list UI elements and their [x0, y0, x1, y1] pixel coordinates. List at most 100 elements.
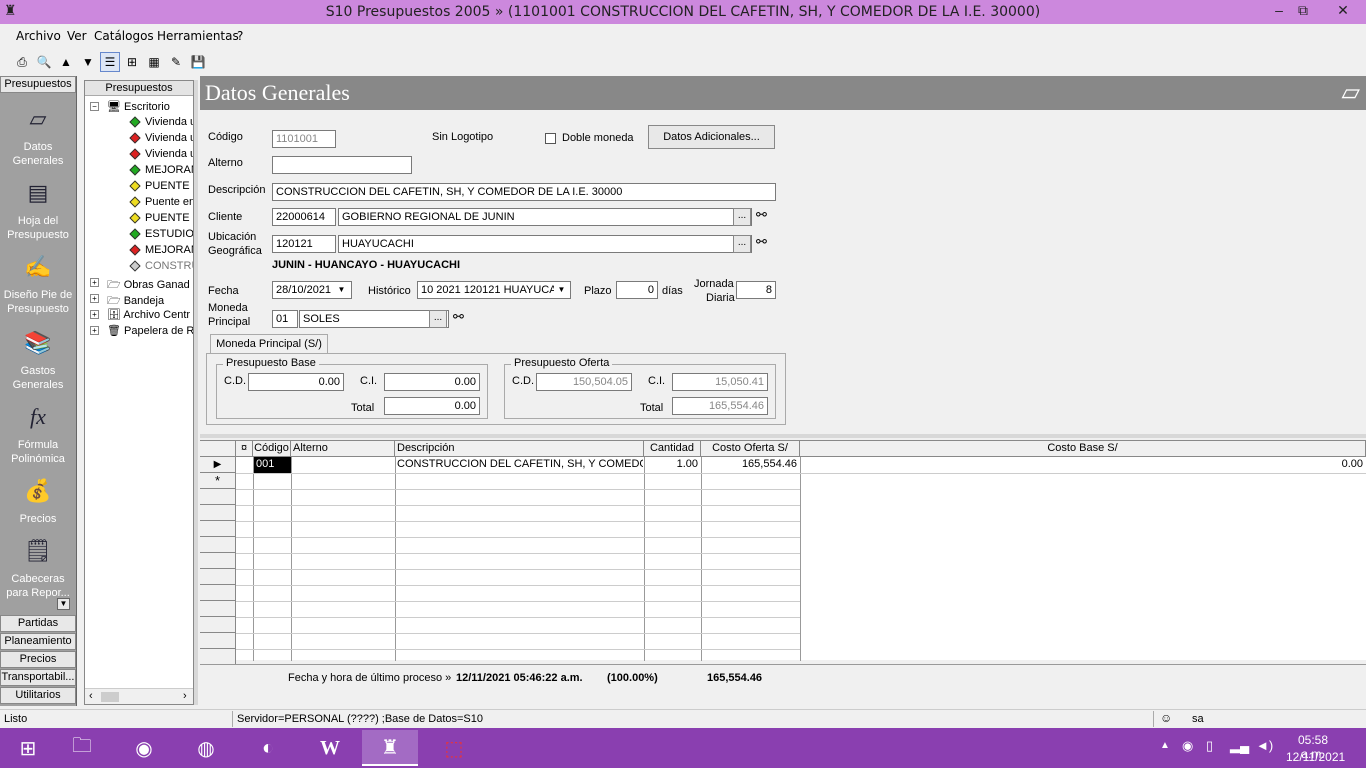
grid-cell-costo-base[interactable]: 0.00	[801, 457, 1363, 473]
row-header[interactable]	[200, 489, 236, 505]
oferta-total-field[interactable]: 165,554.46	[672, 397, 768, 415]
tree-node-budget[interactable]: MEJORAM	[129, 164, 193, 176]
cliente-browse-button[interactable]: ...	[733, 208, 751, 226]
clock-date[interactable]: 12/11/2021	[1286, 750, 1345, 764]
tree-node-budget[interactable]: CONSTRU	[129, 260, 193, 272]
nav-diseno-pie[interactable]: ✍ Diseño Pie de Presupuesto	[3, 250, 73, 316]
preview-icon[interactable]: 🔍	[34, 52, 54, 72]
row-header[interactable]	[200, 505, 236, 521]
row-header[interactable]	[200, 569, 236, 585]
menu-help[interactable]: ?	[237, 29, 243, 43]
acrobat-icon[interactable]: ⬚	[426, 730, 482, 766]
volume-icon[interactable]: ◄)	[1256, 738, 1273, 753]
note-icon[interactable]: ✎	[166, 52, 186, 72]
cliente-name-field[interactable]: GOBIERNO REGIONAL DE JUNIN	[338, 208, 752, 226]
binoculars-icon[interactable]: ⚯	[453, 309, 464, 325]
expand-icon[interactable]: +	[90, 278, 99, 287]
expand-icon[interactable]: +	[90, 294, 99, 303]
ubicacion-name-field[interactable]: HUAYUCACHI	[338, 235, 752, 253]
grid-cell-costo-oferta[interactable]: 165,554.46	[702, 457, 797, 473]
binoculars-icon[interactable]: ⚯	[756, 234, 767, 250]
grid-cell-alterno[interactable]	[292, 457, 394, 473]
tray-app-icon[interactable]: ◉	[1182, 738, 1193, 754]
expand-icon[interactable]: +	[90, 310, 99, 319]
nav-formula[interactable]: fx Fórmula Polinómica	[3, 400, 73, 466]
scroll-thumb[interactable]	[101, 692, 119, 702]
cliente-code-field[interactable]: 22000614	[272, 208, 336, 226]
firefox-icon[interactable]: ◍	[178, 730, 234, 766]
binoculars-icon[interactable]: ⚯	[756, 207, 767, 223]
row-header[interactable]	[200, 649, 236, 665]
moneda-browse-button[interactable]: ...	[429, 310, 447, 328]
tree-node-archivo[interactable]: 🗄 Archivo Centr	[107, 308, 190, 321]
menu-ver[interactable]: Ver	[67, 29, 87, 43]
splitter[interactable]	[194, 80, 198, 705]
scroll-left-icon[interactable]: ‹	[89, 690, 93, 702]
s10-app-icon[interactable]: ♜	[362, 730, 418, 766]
tab-transportabilidad[interactable]: Transportabil...	[0, 669, 76, 686]
descripcion-field[interactable]: CONSTRUCCION DEL CAFETIN, SH, Y COMEDOR …	[272, 183, 776, 201]
save-icon[interactable]: 💾	[188, 52, 208, 72]
tree-node-budget[interactable]: Vivienda u	[129, 132, 193, 144]
historico-select[interactable]: 10 2021 120121 HUAYUCA	[417, 281, 571, 299]
current-row-indicator[interactable]: ▶	[200, 457, 236, 473]
nav-precios[interactable]: 💰 Precios	[0, 474, 76, 526]
tree-node-budget[interactable]: PUENTE E	[129, 180, 193, 192]
new-row-indicator[interactable]: *	[200, 473, 236, 489]
moneda-code-field[interactable]: 01	[272, 310, 298, 328]
tree-node-escritorio[interactable]: 🖥 Escritorio	[107, 100, 170, 113]
nav-cabeceras[interactable]: 🗒 Cabeceras para Repor...	[0, 534, 76, 600]
grid-header-flag[interactable]: ¤	[236, 441, 253, 457]
tree-node-papelera[interactable]: 🗑 Papelera de R	[107, 324, 193, 337]
fecha-dropdown-icon[interactable]: ▼	[334, 283, 349, 297]
base-ci-field[interactable]: 0.00	[384, 373, 480, 391]
row-header[interactable]	[200, 585, 236, 601]
word-icon[interactable]: W	[302, 730, 358, 766]
row-header[interactable]	[200, 617, 236, 633]
tray-expand-icon[interactable]: ▲	[1160, 740, 1170, 751]
base-cd-field[interactable]: 0.00	[248, 373, 344, 391]
row-header[interactable]	[200, 537, 236, 553]
grid-header-costo-base[interactable]: Costo Base S/	[800, 441, 1366, 457]
alterno-field[interactable]	[272, 156, 412, 174]
nav-gastos-generales[interactable]: 📚 Gastos Generales	[3, 326, 73, 392]
tree-node-budget[interactable]: Vivienda u	[129, 116, 193, 128]
historico-dropdown-icon[interactable]: ▼	[554, 283, 569, 297]
tab-utilitarios[interactable]: Utilitarios	[0, 687, 76, 704]
battery-icon[interactable]: ▯	[1206, 738, 1213, 754]
grid-cell-descripcion[interactable]: CONSTRUCCION DEL CAFETIN, SH, Y COMEDOR …	[397, 457, 643, 473]
tree-node-budget[interactable]: MEJORAM	[129, 244, 193, 256]
file-explorer-icon[interactable]: 🗀	[54, 730, 110, 766]
tab-moneda-principal[interactable]: Moneda Principal (S/)	[210, 334, 328, 354]
expand-icon[interactable]: +	[90, 326, 99, 335]
tree-node-budget[interactable]: Vivienda u	[129, 148, 193, 160]
tree-view-icon[interactable]: ⊞	[122, 52, 142, 72]
datos-adicionales-button[interactable]: Datos Adicionales...	[648, 125, 775, 149]
arrow-up-icon[interactable]: ▲	[56, 52, 76, 72]
list-view-icon[interactable]: ☰	[100, 52, 120, 72]
network-icon[interactable]: ▂▄	[1230, 738, 1249, 754]
print-icon[interactable]: ⎙	[12, 52, 32, 72]
scroll-right-icon[interactable]: ›	[183, 690, 187, 702]
codigo-field[interactable]: 1101001	[272, 130, 336, 148]
jornada-field[interactable]: 8	[736, 281, 776, 299]
nav-hoja-presupuesto[interactable]: ▤ Hoja del Presupuesto	[3, 176, 73, 242]
tab-presupuestos[interactable]: Presupuestos	[0, 76, 76, 93]
tab-partidas[interactable]: Partidas Ppta...	[0, 615, 76, 644]
row-header[interactable]	[200, 601, 236, 617]
oferta-ci-field[interactable]: 15,050.41	[672, 373, 768, 391]
windows-start-icon[interactable]: ⊞	[0, 730, 56, 766]
minimize-button[interactable]: –	[1266, 2, 1292, 18]
plazo-field[interactable]: 0	[616, 281, 658, 299]
row-header[interactable]	[200, 521, 236, 537]
grid-cell-codigo[interactable]: 001	[254, 457, 291, 473]
oferta-cd-field[interactable]: 150,504.05	[536, 373, 632, 391]
grid-header-costo-oferta[interactable]: Costo Oferta S/	[701, 441, 800, 457]
collapse-icon[interactable]: −	[90, 102, 99, 111]
tree-hscrollbar[interactable]: ‹ ›	[85, 688, 193, 704]
ubicacion-code-field[interactable]: 120121	[272, 235, 336, 253]
close-button[interactable]: ✕	[1330, 2, 1356, 19]
moneda-name-field[interactable]: SOLES	[299, 310, 449, 328]
grid-header-alterno[interactable]: Alterno	[291, 441, 395, 457]
tab-planeamiento[interactable]: Planeamiento	[0, 633, 76, 650]
